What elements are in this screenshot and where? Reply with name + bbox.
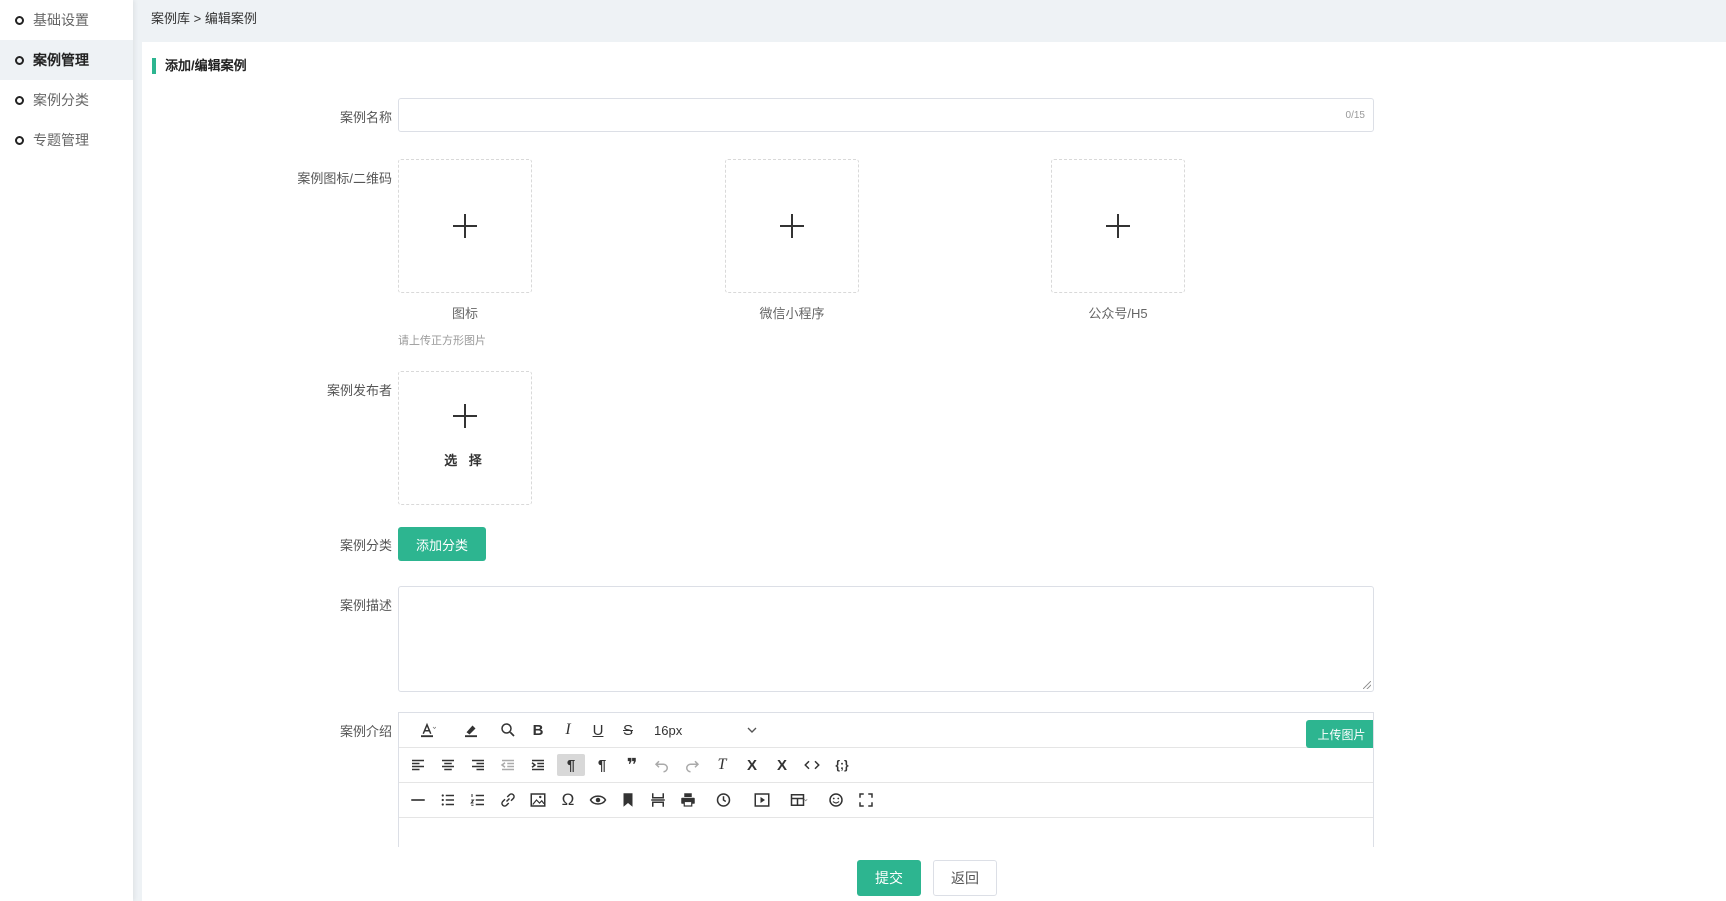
plus-icon <box>453 214 477 238</box>
resize-handle-icon[interactable] <box>1363 681 1371 689</box>
blockquote-icon[interactable]: ❞ <box>621 754 643 776</box>
code-block-icon[interactable]: {;} <box>831 754 853 776</box>
ltr-direction-icon[interactable]: ¶ <box>557 754 585 776</box>
clock-icon[interactable] <box>707 789 743 811</box>
page-break-icon[interactable] <box>647 789 669 811</box>
preview-eye-icon[interactable] <box>587 789 609 811</box>
highlight-color-icon[interactable] <box>453 719 489 741</box>
upload-image-button[interactable]: 上传图片 <box>1306 720 1373 748</box>
bookmark-icon[interactable] <box>617 789 639 811</box>
circle-icon <box>15 15 24 25</box>
sidebar-item-topic-management[interactable]: 专题管理 <box>0 120 133 160</box>
add-category-button[interactable]: 添加分类 <box>398 527 486 561</box>
circle-icon <box>15 95 24 105</box>
case-name-input[interactable]: 0/15 <box>398 98 1374 132</box>
undo-icon[interactable] <box>651 754 673 776</box>
toolbar-row-1: B I U S 16px 上传图片 <box>399 713 1373 748</box>
font-color-icon[interactable] <box>409 719 445 741</box>
media-icon[interactable] <box>751 789 773 811</box>
chevron-down-icon[interactable] <box>744 719 760 741</box>
clear-format-icon[interactable]: T <box>711 754 733 776</box>
plus-icon <box>453 404 477 428</box>
miniprogram-upload[interactable] <box>725 159 859 293</box>
circle-icon <box>15 55 24 65</box>
section-title: 添加/编辑案例 <box>152 58 247 74</box>
sidebar-item-label: 基础设置 <box>33 12 89 28</box>
strikethrough-icon[interactable]: S <box>617 719 639 741</box>
image-hint: 请上传正方形图片 <box>398 335 486 347</box>
redo-icon[interactable] <box>681 754 703 776</box>
toolbar-row-3: Ω <box>399 783 1373 818</box>
publisher-select[interactable]: 选 择 <box>398 371 532 505</box>
link-icon[interactable] <box>497 789 519 811</box>
official-account-upload[interactable] <box>1051 159 1185 293</box>
plus-icon <box>780 214 804 238</box>
superscript-icon[interactable]: X <box>771 754 793 776</box>
print-icon[interactable] <box>677 789 699 811</box>
bulleted-list-icon[interactable] <box>437 789 459 811</box>
indent-icon[interactable] <box>527 754 549 776</box>
form-panel: 添加/编辑案例 案例名称 0/15 案例图标/二维码 图标 请上传正方形图片 微… <box>142 42 1726 901</box>
name-label: 案例名称 <box>339 110 392 125</box>
description-label: 案例描述 <box>339 598 392 613</box>
align-left-icon[interactable] <box>407 754 429 776</box>
align-right-icon[interactable] <box>467 754 489 776</box>
sidebar-item-label: 案例管理 <box>33 52 89 68</box>
rtl-direction-icon[interactable]: ¶ <box>591 754 613 776</box>
emoji-icon[interactable] <box>825 789 847 811</box>
numbered-list-icon[interactable] <box>467 789 489 811</box>
table-icon[interactable] <box>781 789 817 811</box>
toolbar-row-2: ¶ ¶ ❞ T X X {;} <box>399 748 1373 783</box>
align-center-icon[interactable] <box>437 754 459 776</box>
outdent-icon[interactable] <box>497 754 519 776</box>
subscript-icon[interactable]: X <box>741 754 763 776</box>
category-label: 案例分类 <box>339 538 392 553</box>
circle-icon <box>15 135 24 145</box>
search-icon[interactable] <box>497 719 519 741</box>
breadcrumb: 案例库 > 编辑案例 <box>151 11 257 26</box>
upload-caption-h5: 公众号/H5 <box>1088 306 1148 321</box>
sidebar-item-case-management[interactable]: 案例管理 <box>0 40 133 80</box>
plus-icon <box>1106 214 1130 238</box>
image-icon[interactable] <box>527 789 549 811</box>
sidebar-item-case-category[interactable]: 案例分类 <box>0 80 133 120</box>
sidebar-item-label: 案例分类 <box>33 92 89 108</box>
horizontal-rule-icon[interactable] <box>407 789 429 811</box>
upload-caption-miniprogram: 微信小程序 <box>759 306 825 321</box>
sidebar: 基础设置 案例管理 案例分类 专题管理 <box>0 0 133 901</box>
upload-caption-icon: 图标 <box>451 306 478 321</box>
icon-upload[interactable] <box>398 159 532 293</box>
sidebar-item-basic-settings[interactable]: 基础设置 <box>0 0 133 40</box>
bold-icon[interactable]: B <box>527 719 549 741</box>
description-textarea[interactable] <box>398 586 1374 692</box>
fullscreen-icon[interactable] <box>855 789 877 811</box>
sidebar-item-label: 专题管理 <box>33 132 89 148</box>
font-size-select[interactable]: 16px <box>654 723 682 738</box>
back-button[interactable]: 返回 <box>933 860 997 896</box>
images-label: 案例图标/二维码 <box>297 171 392 186</box>
code-icon[interactable] <box>801 754 823 776</box>
publisher-label: 案例发布者 <box>326 383 392 398</box>
underline-icon[interactable]: U <box>587 719 609 741</box>
char-counter: 0/15 <box>1345 110 1365 121</box>
special-character-icon[interactable]: Ω <box>557 789 579 811</box>
submit-button[interactable]: 提交 <box>857 860 921 896</box>
select-text: 选 择 <box>444 453 486 468</box>
intro-label: 案例介绍 <box>339 724 392 739</box>
italic-icon[interactable]: I <box>557 719 579 741</box>
